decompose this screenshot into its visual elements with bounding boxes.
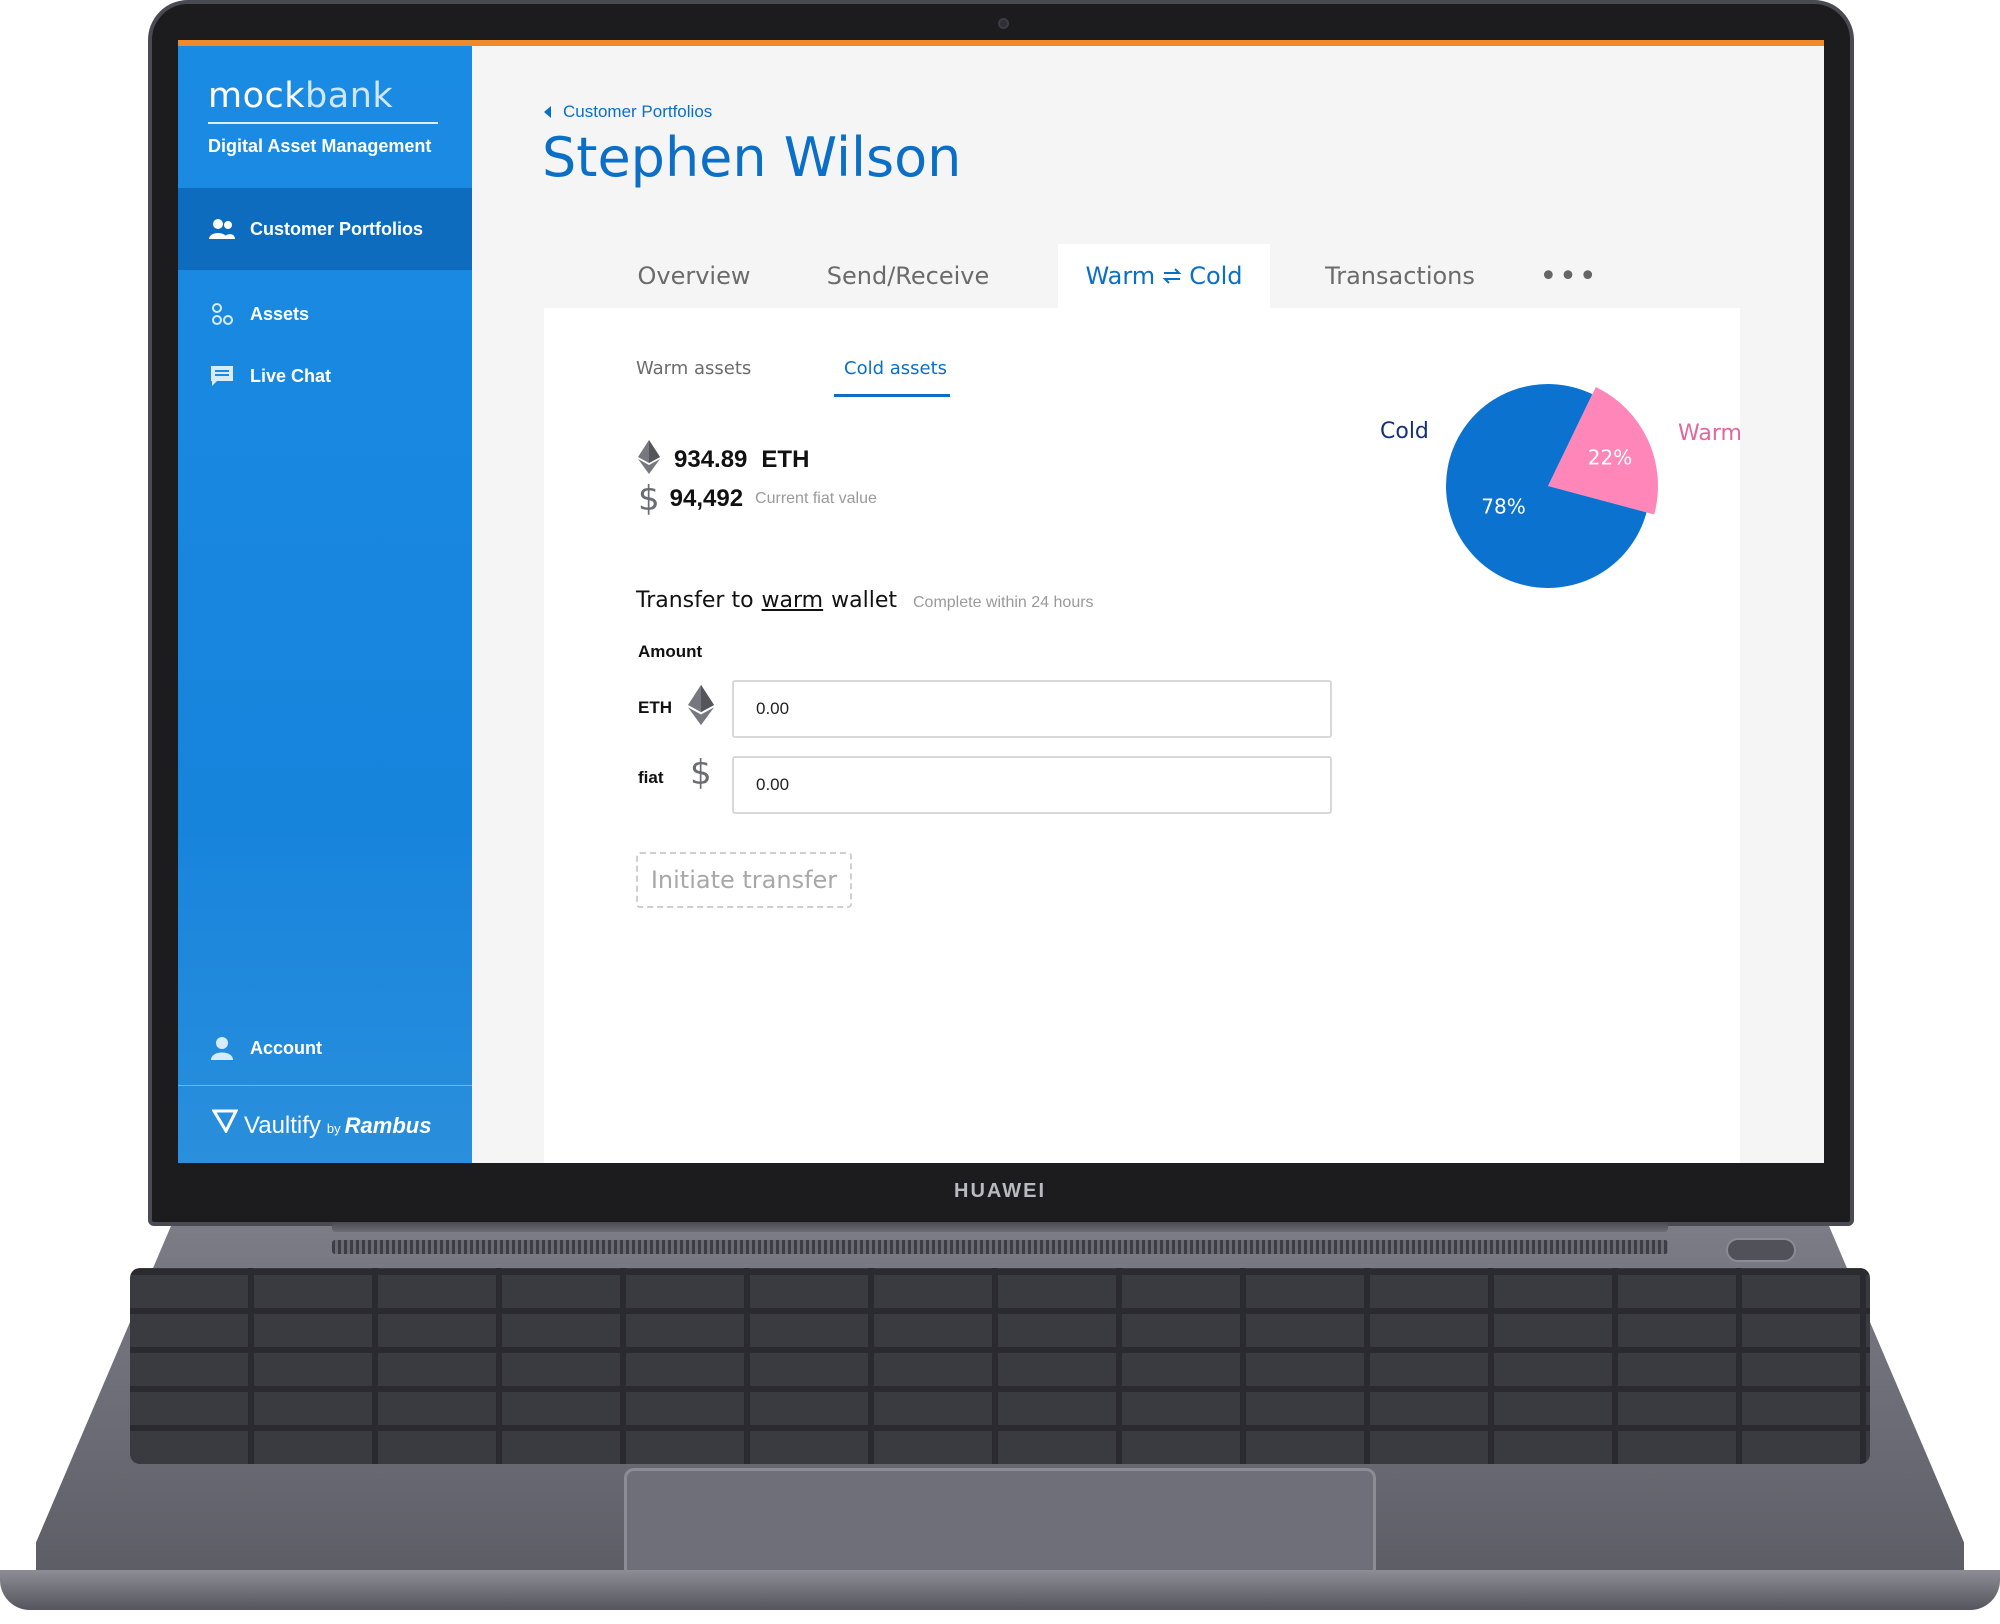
brand-subtitle: Digital Asset Management [208, 136, 432, 156]
brand-logo-part2: bank [305, 76, 394, 116]
sidebar-item-account[interactable]: Account [178, 1016, 472, 1080]
pie-category-label-cold: Cold [1380, 419, 1429, 444]
subtab-warm-assets[interactable]: Warm assets [636, 358, 751, 379]
vaultify-logo: Vaultify by Rambus [211, 1109, 432, 1140]
tab-warm-label: Warm [1085, 262, 1156, 290]
pie-value-label-warm: 22% [1588, 446, 1632, 470]
transfer-heading: Transfer to warm wallet Complete within … [636, 588, 1094, 613]
subtab-active-indicator [834, 394, 950, 397]
brand-logo[interactable]: mockbank [208, 76, 442, 116]
eth-balance-unit: ETH [761, 445, 810, 473]
top-accent-bar [178, 40, 1824, 46]
sidebar: mockbank Digital Asset Management Custom… [178, 46, 472, 1163]
tab-overview[interactable]: Overview [614, 244, 774, 308]
rambus-word: Rambus [344, 1113, 432, 1138]
sidebar-item-label: Customer Portfolios [250, 218, 424, 239]
ethereum-icon [688, 684, 714, 731]
brand-divider [208, 122, 438, 124]
initiate-transfer-button[interactable]: Initiate transfer [636, 852, 852, 908]
fiat-amount-input[interactable] [732, 756, 1332, 814]
pie-svg: 22% 78% Cold Warm [1380, 384, 1742, 588]
more-tabs-icon[interactable]: ••• [1534, 244, 1604, 308]
webcam [998, 18, 1009, 29]
sidebar-footer: Vaultify by Rambus [178, 1085, 472, 1163]
speaker-grille [332, 1240, 1668, 1254]
warm-cold-panel: Warm assets Cold assets 934.89 ETH $ 94,… [544, 308, 1742, 1163]
breadcrumb[interactable]: Customer Portfolios [544, 102, 712, 122]
app-screen: mockbank Digital Asset Management Custom… [178, 40, 1824, 1163]
eth-balance-value: 934.89 [674, 445, 748, 473]
page-title: Stephen Wilson [542, 126, 962, 189]
fiat-balance-value: 94,492 [669, 485, 744, 512]
dollar-icon: $ [690, 753, 712, 793]
assets-icon [208, 300, 236, 328]
main-content: Customer Portfolios Stephen Wilson Overv… [472, 46, 1824, 1163]
eth-field-label: ETH [638, 698, 672, 717]
caret-left-icon [544, 106, 551, 118]
breadcrumb-label: Customer Portfolios [563, 102, 713, 121]
transfer-target: warm [761, 588, 824, 613]
tab-transactions[interactable]: Transactions [1300, 244, 1500, 308]
dollar-icon: $ [638, 479, 660, 519]
sidebar-item-customer-portfolios[interactable]: Customer Portfolios [178, 188, 472, 270]
tab-bar: Overview Send/Receive Warm Cold Transact… [544, 244, 1740, 308]
fiat-field-label: fiat [638, 768, 664, 787]
power-button [1726, 1238, 1796, 1262]
ethereum-icon [638, 440, 660, 479]
device-brand: HUAWEI [954, 1180, 1046, 1202]
sidebar-item-assets[interactable]: Assets [178, 282, 472, 346]
chat-icon [208, 362, 236, 390]
tab-warm-cold[interactable]: Warm Cold [1058, 244, 1270, 308]
keyboard [130, 1268, 1870, 1464]
allocation-pie-chart: 22% 78% Cold Warm [1360, 368, 1742, 588]
transfer-note: Complete within 24 hours [913, 594, 1094, 611]
amount-label: Amount [638, 642, 703, 661]
laptop-hinge [332, 1222, 1668, 1232]
swap-arrows-icon [1161, 268, 1183, 284]
pie-category-label-warm: Warm [1678, 421, 1740, 446]
vaultify-icon [211, 1109, 239, 1140]
brand: mockbank Digital Asset Management [208, 76, 442, 157]
vaultify-by: by [326, 1121, 341, 1136]
sidebar-item-label: Live Chat [250, 365, 332, 386]
user-icon [208, 1034, 236, 1062]
fiat-balance: $ 94,492 Current fiat value [638, 482, 877, 516]
users-icon [208, 215, 236, 243]
sidebar-item-label: Assets [250, 303, 310, 324]
account-label: Account [250, 1037, 322, 1058]
vaultify-word: Vaultify [244, 1112, 321, 1139]
fiat-balance-note: Current fiat value [755, 490, 877, 507]
transfer-suffix: wallet [831, 588, 897, 613]
laptop-base-edge [0, 1570, 2000, 1610]
tab-send-receive[interactable]: Send/Receive [810, 244, 1006, 308]
subtab-cold-assets[interactable]: Cold assets [844, 358, 947, 379]
pie-value-label-cold: 78% [1481, 494, 1525, 518]
tab-cold-label: Cold [1189, 262, 1243, 290]
brand-logo-part1: mock [208, 76, 306, 116]
eth-amount-input[interactable] [732, 680, 1332, 738]
laptop-mockup: mockbank Digital Asset Management Custom… [0, 0, 2000, 1624]
sidebar-item-live-chat[interactable]: Live Chat [178, 344, 472, 408]
eth-balance: 934.89 ETH [638, 440, 809, 479]
transfer-prefix: Transfer to [636, 588, 754, 613]
